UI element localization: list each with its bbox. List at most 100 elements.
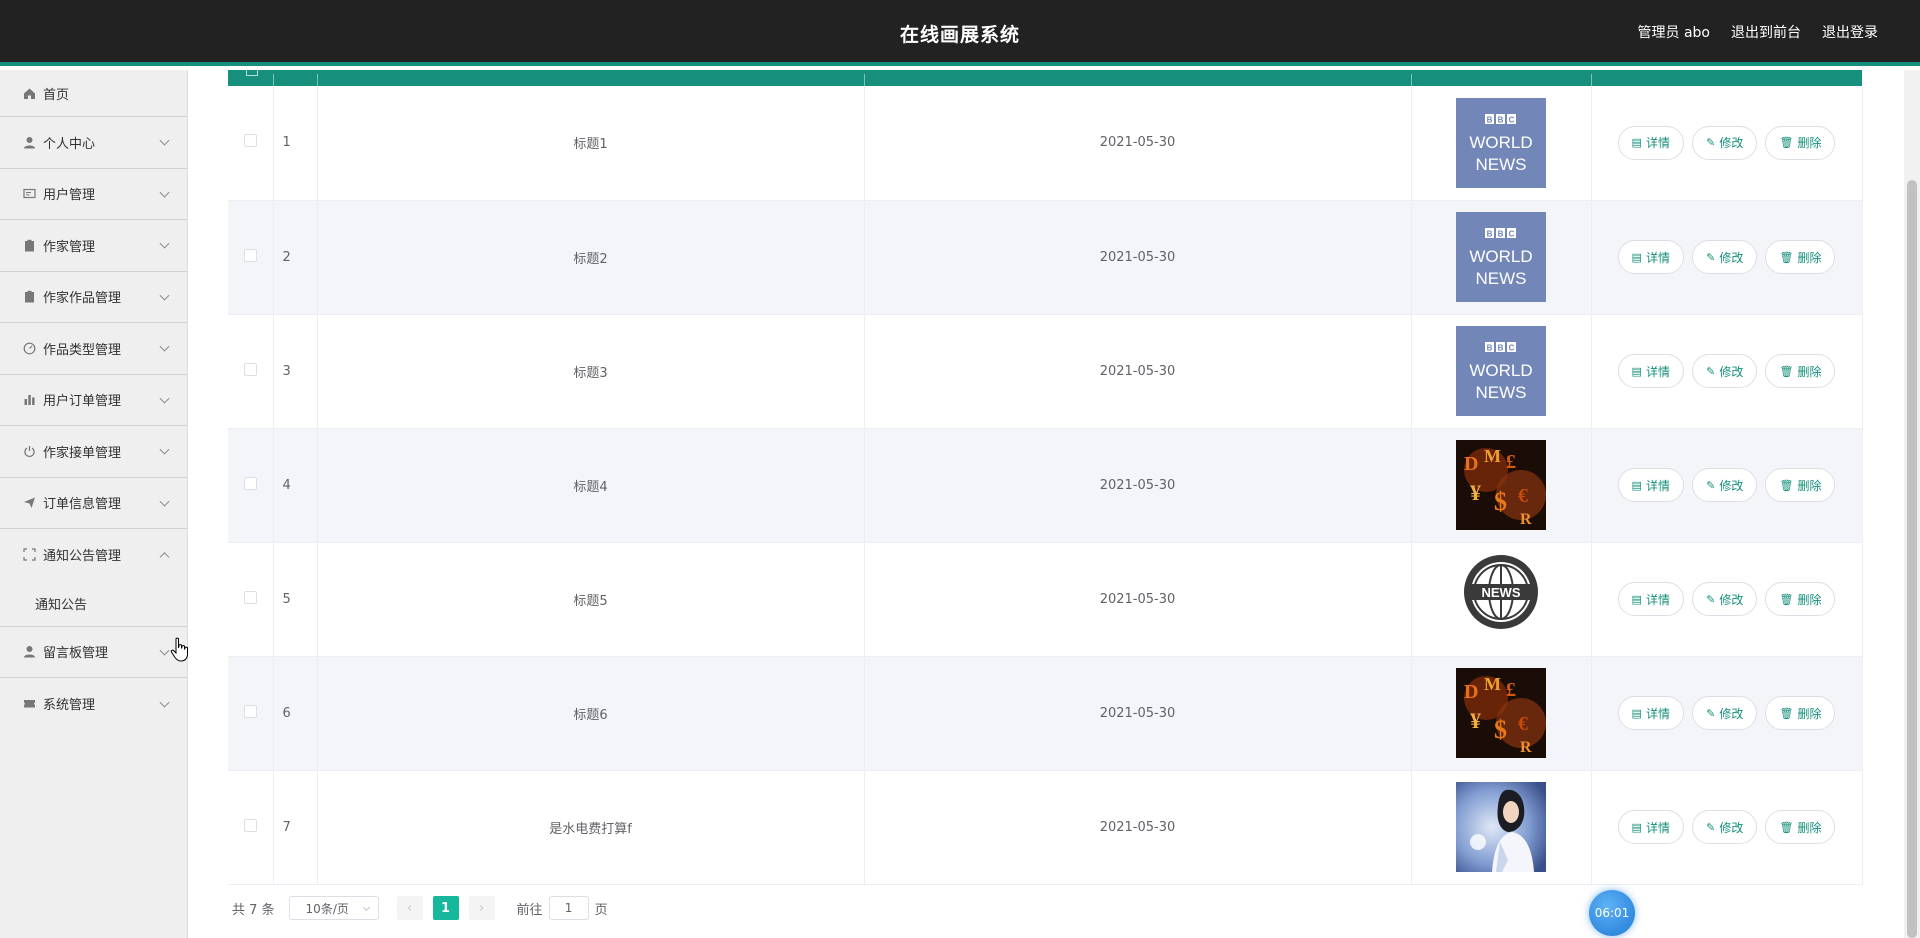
row-checkbox[interactable] xyxy=(243,134,257,148)
page-number-button[interactable]: 1 xyxy=(432,896,459,920)
select-all-checkbox[interactable] xyxy=(246,70,258,76)
document-icon: ▤ xyxy=(1631,820,1642,834)
portrait-photo-image xyxy=(1456,782,1546,872)
sidebar-item-label: 订单信息管理 xyxy=(43,497,122,513)
page-scrollbar[interactable] xyxy=(1904,70,1920,938)
edit-icon: ✎ xyxy=(1706,250,1716,264)
pagination: 共 7 条 10条/页 ‹ 1 › 前往 1 页 xyxy=(232,896,608,920)
svg-text:¥: ¥ xyxy=(1470,480,1481,505)
edit-button[interactable]: ✎ 修改 xyxy=(1692,125,1758,160)
sidebar-item-user-management[interactable]: 用户管理 xyxy=(0,169,187,220)
delete-button[interactable]: 🗑 删除 xyxy=(1765,354,1836,388)
sidebar-item-author-accept-order-management[interactable]: 作家接单管理 xyxy=(0,426,187,478)
sidebar-item-home[interactable]: 首页 xyxy=(0,70,187,117)
delete-button[interactable]: 🗑 删除 xyxy=(1765,582,1836,616)
prev-page-button[interactable]: ‹ xyxy=(396,896,423,920)
detail-button[interactable]: ▤ 详情 xyxy=(1617,810,1684,844)
edit-button[interactable]: ✎ 修改 xyxy=(1692,354,1758,388)
detail-button[interactable]: ▤ 详情 xyxy=(1617,468,1684,502)
user-icon xyxy=(22,645,36,659)
svg-text:B: B xyxy=(1487,115,1493,124)
detail-button[interactable]: ▤ 详情 xyxy=(1617,125,1684,160)
delete-button[interactable]: 🗑 删除 xyxy=(1765,125,1836,160)
svg-text:WORLD: WORLD xyxy=(1469,361,1532,380)
sidebar-item-author-works-management[interactable]: 作家作品管理 xyxy=(0,272,187,323)
clipboard-icon xyxy=(22,290,36,304)
edit-icon: ✎ xyxy=(1706,478,1716,492)
bbc-world-news-image: B B C WORLD NEWS xyxy=(1456,97,1546,188)
goto-page-input[interactable]: 1 xyxy=(548,896,589,920)
row-date: 2021-05-30 xyxy=(864,428,1412,543)
row-checkbox[interactable] xyxy=(243,704,257,718)
table-row: 2 标题2 2021-05-30 B B C WORLD NEWS ▤ 详情 ✎ 修… xyxy=(228,200,1863,315)
home-icon xyxy=(22,86,36,100)
edit-button[interactable]: ✎ 修改 xyxy=(1692,582,1758,616)
notice-table: 1 标题1 2021-05-30 B B C WORLD NEWS ▤ 详情 ✎ 修… xyxy=(228,86,1863,885)
delete-button[interactable]: 🗑 删除 xyxy=(1765,468,1836,502)
row-checkbox[interactable] xyxy=(243,362,257,376)
table-header xyxy=(228,70,1862,86)
row-checkbox[interactable] xyxy=(243,248,257,262)
chevron-down-icon xyxy=(159,238,170,249)
header-actions: 管理员 abo 退出到前台 退出登录 xyxy=(1638,22,1878,42)
svg-text:£: £ xyxy=(1506,679,1516,701)
chevron-down-icon xyxy=(159,697,170,708)
row-date: 2021-05-30 xyxy=(864,656,1412,771)
edit-button[interactable]: ✎ 修改 xyxy=(1692,240,1758,274)
sidebar-item-personal-center[interactable]: 个人中心 xyxy=(0,117,187,169)
chevron-up-icon xyxy=(159,551,170,562)
detail-button[interactable]: ▤ 详情 xyxy=(1617,582,1684,616)
edit-button[interactable]: ✎ 修改 xyxy=(1692,696,1758,730)
row-title: 是水电费打算f xyxy=(317,770,865,885)
sidebar-subitem-notice[interactable]: 通知公告 xyxy=(0,581,187,627)
trash-icon: 🗑 xyxy=(1779,478,1794,492)
edit-button[interactable]: ✎ 修改 xyxy=(1692,810,1758,844)
trash-icon: 🗑 xyxy=(1779,592,1794,606)
svg-text:C: C xyxy=(1509,344,1515,353)
chevron-down-icon xyxy=(159,444,170,455)
row-checkbox[interactable] xyxy=(243,818,257,832)
sidebar-item-author-management[interactable]: 作家管理 xyxy=(0,220,187,272)
chevron-down-icon xyxy=(159,645,170,656)
currency-symbols-image: D M £ ¥ $ € R xyxy=(1456,668,1546,758)
document-icon: ▤ xyxy=(1631,592,1642,606)
row-checkbox[interactable] xyxy=(243,476,257,490)
svg-text:¥: ¥ xyxy=(1470,708,1481,733)
sidebar-item-user-order-management[interactable]: 用户订单管理 xyxy=(0,375,187,426)
table-row: 6 标题6 2021-05-30 D M £ ¥ $ € R ▤ 详情 ✎ 修改… xyxy=(228,656,1863,771)
exit-to-front-link[interactable]: 退出到前台 xyxy=(1731,22,1801,42)
chevron-down-icon xyxy=(362,903,370,912)
svg-text:$: $ xyxy=(1494,487,1507,516)
page-size-select[interactable]: 10条/页 xyxy=(288,896,379,920)
delete-button[interactable]: 🗑 删除 xyxy=(1765,696,1836,730)
timer-badge[interactable]: 06:01 xyxy=(1589,890,1635,936)
row-index: 5 xyxy=(273,542,318,657)
delete-button[interactable]: 🗑 删除 xyxy=(1765,240,1836,274)
detail-button[interactable]: ▤ 详情 xyxy=(1617,240,1684,274)
bar-chart-icon xyxy=(22,393,36,407)
row-checkbox[interactable] xyxy=(243,590,257,604)
edit-icon: ✎ xyxy=(1706,820,1716,834)
chevron-down-icon xyxy=(159,290,170,301)
detail-button[interactable]: ▤ 详情 xyxy=(1617,696,1684,730)
document-icon: ▤ xyxy=(1631,364,1642,378)
admin-user-label[interactable]: 管理员 abo xyxy=(1638,22,1710,42)
svg-text:€: € xyxy=(1518,485,1528,507)
sidebar-item-notice-management[interactable]: 通知公告管理 xyxy=(0,529,187,581)
sidebar-item-order-info-management[interactable]: 订单信息管理 xyxy=(0,478,187,529)
trash-icon: 🗑 xyxy=(1779,364,1794,378)
delete-button[interactable]: 🗑 删除 xyxy=(1765,810,1836,844)
svg-text:€: € xyxy=(1518,713,1528,735)
edit-button[interactable]: ✎ 修改 xyxy=(1692,468,1758,502)
svg-text:£: £ xyxy=(1506,451,1516,473)
sidebar-item-label: 作家作品管理 xyxy=(43,291,122,307)
next-page-button[interactable]: › xyxy=(468,896,495,920)
sidebar-item-message-board-management[interactable]: 留言板管理 xyxy=(0,627,187,678)
bbc-world-news-image: B B C WORLD NEWS xyxy=(1456,326,1546,416)
logout-link[interactable]: 退出登录 xyxy=(1822,22,1878,42)
sidebar-item-work-type-management[interactable]: 作品类型管理 xyxy=(0,323,187,375)
scrollbar-thumb[interactable] xyxy=(1907,180,1917,938)
sidebar-item-system-management[interactable]: 系统管理 xyxy=(0,678,187,730)
detail-button[interactable]: ▤ 详情 xyxy=(1617,354,1684,388)
row-index: 7 xyxy=(273,770,318,885)
